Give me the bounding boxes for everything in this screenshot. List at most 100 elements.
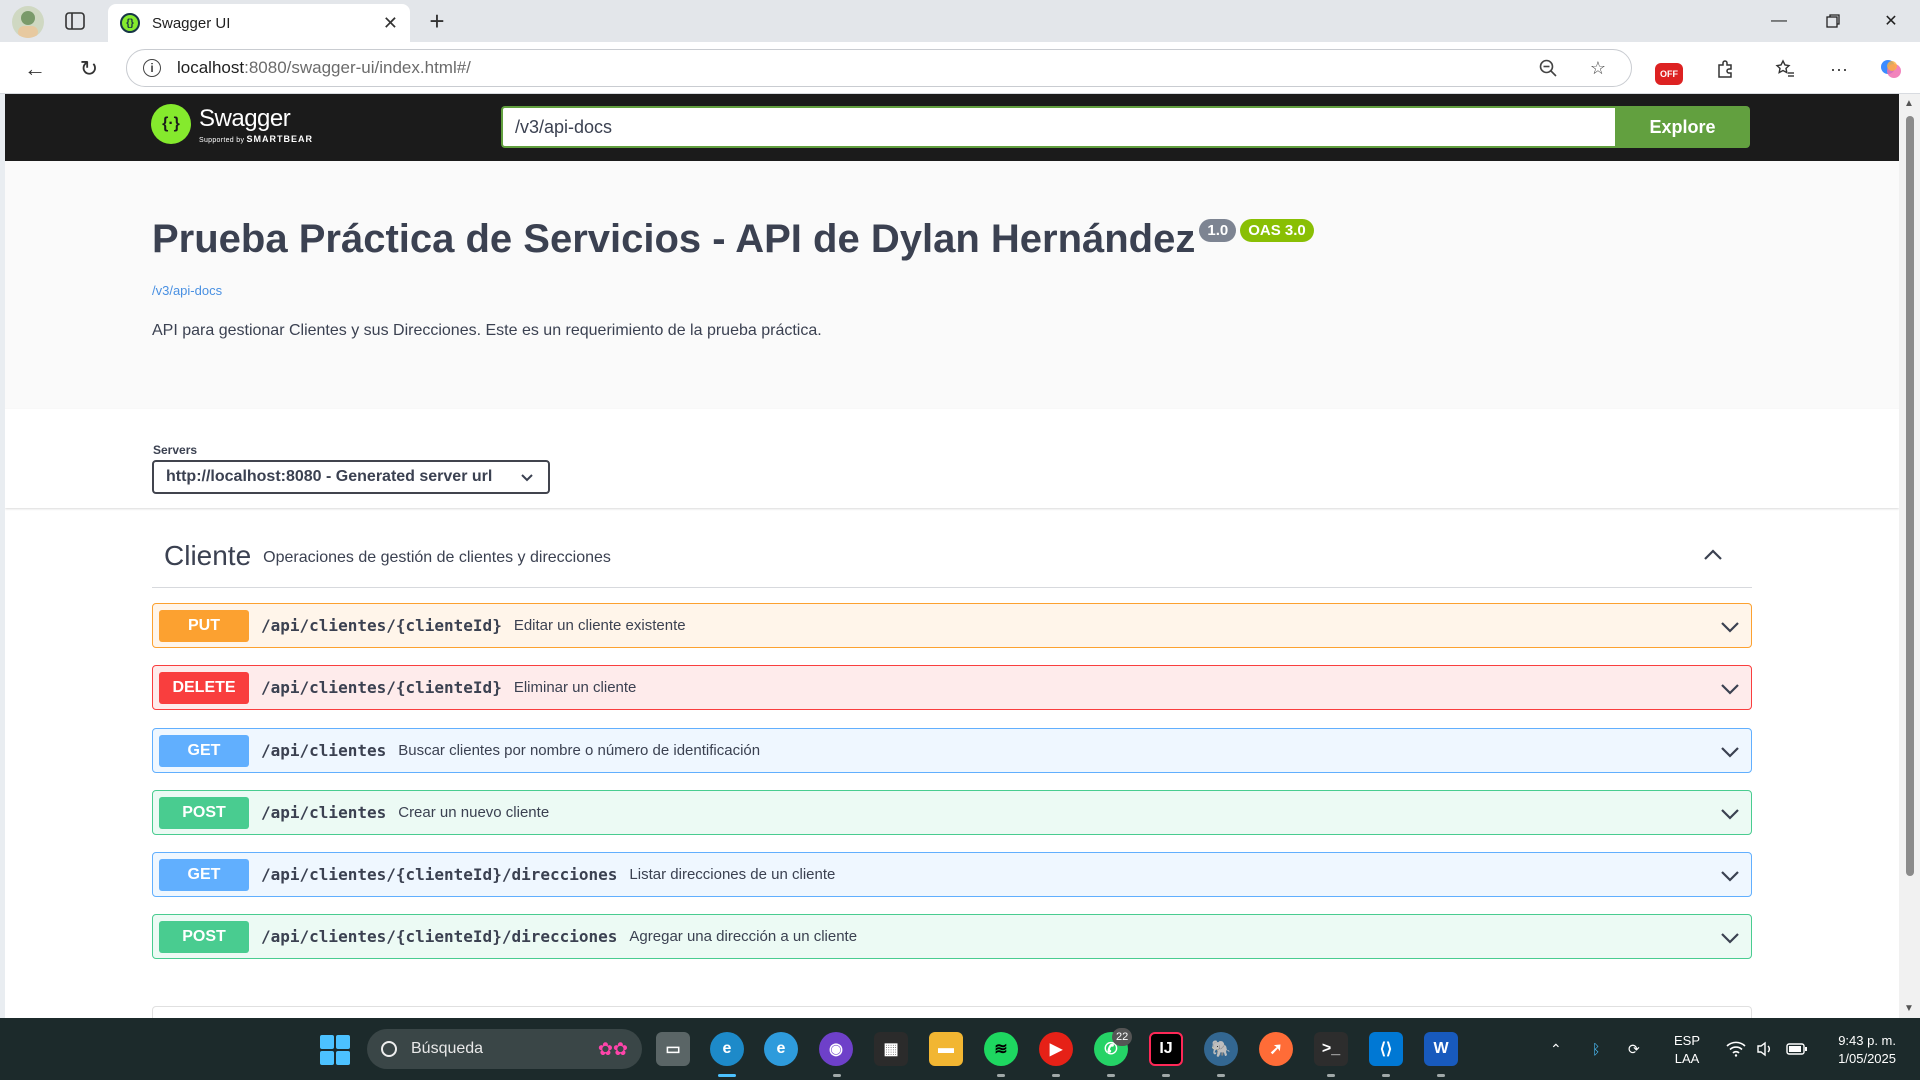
site-info-icon[interactable]: i <box>143 59 161 77</box>
postgresql-icon[interactable]: 🐘 <box>1204 1032 1238 1066</box>
api-title-text: Prueba Práctica de Servicios - API de Dy… <box>152 217 1196 261</box>
scrollbar-thumb[interactable] <box>1906 116 1914 876</box>
operation-get-direcciones[interactable]: GET /api/clientes/{clienteId}/direccione… <box>152 852 1752 897</box>
api-info-section: Prueba Práctica de Servicios - API de Dy… <box>5 161 1899 409</box>
swagger-logo-name: Swagger <box>199 104 291 132</box>
operation-path: /api/clientes/{clienteId}/direcciones <box>261 927 618 946</box>
taskbar-search[interactable]: Búsqueda ✿✿ <box>367 1029 642 1069</box>
input-language[interactable]: ESP LAA <box>1674 1032 1700 1068</box>
tab-actions-icon[interactable] <box>60 8 90 34</box>
servers-label: Servers <box>153 443 198 457</box>
zoom-out-icon[interactable] <box>1531 51 1565 85</box>
spec-link[interactable]: /v3/api-docs <box>152 283 222 298</box>
method-badge: POST <box>159 796 249 829</box>
postman-icon[interactable]: ➚ <box>1259 1032 1293 1066</box>
microsoft-store-icon[interactable]: ▦ <box>874 1032 908 1066</box>
show-hidden-icons-icon[interactable]: ⌃ <box>1550 1018 1562 1080</box>
swagger-logo[interactable]: {·} Swagger Supported by SMARTBEAR <box>151 104 313 144</box>
operation-post-clientes[interactable]: POST /api/clientes Crear un nuevo client… <box>152 790 1752 835</box>
favorite-star-icon[interactable]: ☆ <box>1581 51 1615 85</box>
sync-icon[interactable]: ⟳ <box>1628 1018 1640 1080</box>
file-explorer-icon[interactable]: ▬ <box>929 1032 963 1066</box>
url-path: :8080/swagger-ui/index.html#/ <box>244 58 471 77</box>
logo-sub-brand: SMARTBEAR <box>246 133 313 144</box>
volume-icon[interactable] <box>1756 1018 1774 1080</box>
page-scrollbar[interactable]: ▲ ▼ <box>1899 94 1920 1018</box>
operation-put-cliente[interactable]: PUT /api/clientes/{clienteId} Editar un … <box>152 603 1752 648</box>
new-tab-icon[interactable]: + <box>422 6 452 36</box>
wifi-icon[interactable] <box>1726 1018 1746 1080</box>
edge-dev-icon[interactable]: e <box>764 1032 798 1066</box>
operation-get-clientes[interactable]: GET /api/clientes Buscar clientes por no… <box>152 728 1752 773</box>
method-badge: GET <box>159 734 249 767</box>
extension-off-badge: OFF <box>1655 63 1683 85</box>
windows-taskbar: Búsqueda ✿✿ ▭ e e ◉ ▦ ▬ ≋ ▶ ✆ 22 IJ 🐘 ➚ … <box>0 1018 1920 1080</box>
swagger-topbar: {·} Swagger Supported by SMARTBEAR Explo… <box>5 94 1899 161</box>
system-clock[interactable]: 9:43 p. m. 1/05/2025 <box>1820 1032 1896 1068</box>
swagger-logo-sub: Supported by SMARTBEAR <box>199 134 313 144</box>
operation-summary: Eliminar un cliente <box>513 679 637 696</box>
youtube-music-icon[interactable]: ▶ <box>1039 1032 1073 1066</box>
tag-name: Cliente <box>164 539 252 571</box>
chevron-up-icon[interactable] <box>1702 544 1724 571</box>
edge-browser-icon[interactable]: e <box>710 1032 744 1066</box>
vscode-icon[interactable]: ⟨⟩ <box>1369 1032 1403 1066</box>
reload-icon[interactable]: ↻ <box>72 52 106 86</box>
url-text[interactable]: localhost:8080/swagger-ui/index.html#/ <box>177 58 1515 78</box>
version-badge: 1.0 <box>1199 219 1237 242</box>
servers-section: Servers http://localhost:8080 - Generate… <box>5 409 1899 508</box>
copilot-icon[interactable] <box>1874 52 1908 86</box>
intellij-idea-icon[interactable]: IJ <box>1149 1032 1183 1066</box>
app-indicator <box>997 1074 1005 1077</box>
operation-delete-cliente[interactable]: DELETE /api/clientes/{clienteId} Elimina… <box>152 665 1752 710</box>
github-desktop-icon[interactable]: ◉ <box>819 1032 853 1066</box>
chevron-down-icon[interactable] <box>1719 741 1741 768</box>
start-windows-icon[interactable] <box>320 1035 350 1065</box>
close-window-icon[interactable]: ✕ <box>1864 6 1918 36</box>
address-bar[interactable]: i localhost:8080/swagger-ui/index.html#/… <box>126 49 1632 87</box>
restore-icon[interactable] <box>1806 6 1860 36</box>
page-viewport: {·} Swagger Supported by SMARTBEAR Explo… <box>5 94 1899 1018</box>
address-toolbar: ← ↻ i localhost:8080/swagger-ui/index.ht… <box>0 42 1920 94</box>
chevron-down-icon[interactable] <box>1719 616 1741 643</box>
operation-path: /api/clientes <box>261 741 387 760</box>
operation-path: /api/clientes/{clienteId} <box>261 678 502 697</box>
spotify-icon[interactable]: ≋ <box>984 1032 1018 1066</box>
lang-line-2: LAA <box>1674 1051 1700 1066</box>
swagger-favicon-icon: {} <box>120 13 140 33</box>
method-badge: GET <box>159 858 249 891</box>
extensions-puzzle-icon[interactable] <box>1708 52 1742 86</box>
chevron-down-icon[interactable] <box>1719 803 1741 830</box>
bluetooth-icon[interactable]: ᛒ <box>1592 1018 1600 1080</box>
operation-summary: Crear un nuevo cliente <box>398 804 550 821</box>
app-indicator <box>1382 1074 1390 1077</box>
browser-tab-swagger[interactable]: {} Swagger UI ✕ <box>108 4 410 42</box>
more-options-icon[interactable]: ··· <box>1822 52 1856 86</box>
terminal-icon[interactable]: >_ <box>1314 1032 1348 1066</box>
scroll-up-icon[interactable]: ▲ <box>1904 98 1914 109</box>
minimize-icon[interactable]: — <box>1752 6 1806 36</box>
active-app-indicator <box>718 1074 736 1077</box>
search-icon <box>381 1041 397 1057</box>
task-view-icon[interactable]: ▭ <box>656 1032 690 1066</box>
close-tab-icon[interactable]: ✕ <box>383 13 398 34</box>
tag-header-cliente[interactable]: Cliente Operaciones de gestión de client… <box>152 524 1752 588</box>
flowers-decoration-icon: ✿✿ <box>597 1039 628 1059</box>
tab-title: Swagger UI <box>152 14 231 32</box>
explore-button[interactable]: Explore <box>1615 106 1750 148</box>
profile-avatar[interactable] <box>12 6 44 38</box>
back-icon[interactable]: ← <box>18 52 52 86</box>
favorites-icon[interactable] <box>1768 52 1802 86</box>
chevron-down-icon[interactable] <box>1719 678 1741 705</box>
battery-icon[interactable] <box>1786 1018 1808 1080</box>
extension-off-icon[interactable]: OFF <box>1652 52 1686 86</box>
spec-url-input[interactable] <box>501 106 1620 148</box>
app-indicator <box>1327 1074 1335 1077</box>
servers-select[interactable]: http://localhost:8080 - Generated server… <box>152 460 550 494</box>
clock-date: 1/05/2025 <box>1838 1051 1896 1066</box>
operation-post-direcciones[interactable]: POST /api/clientes/{clienteId}/direccion… <box>152 914 1752 959</box>
chevron-down-icon[interactable] <box>1719 865 1741 892</box>
word-icon[interactable]: W <box>1424 1032 1458 1066</box>
scroll-down-icon[interactable]: ▼ <box>1904 1003 1914 1014</box>
chevron-down-icon[interactable] <box>1719 927 1741 954</box>
